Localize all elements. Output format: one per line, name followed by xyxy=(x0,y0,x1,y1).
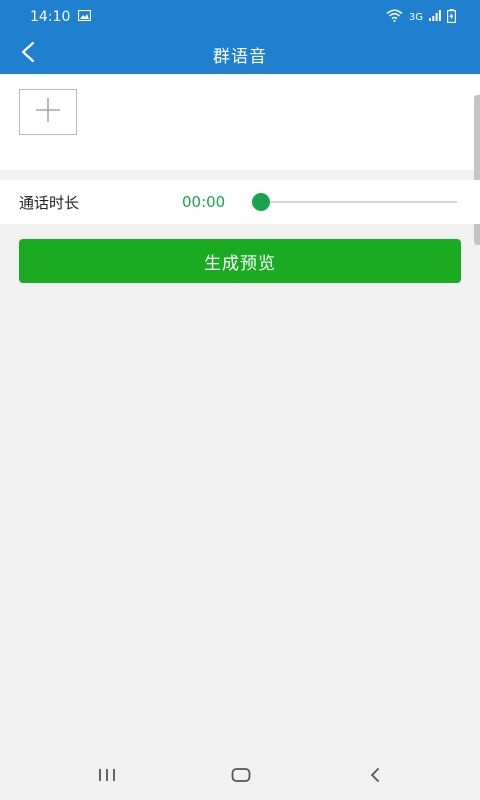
home-icon xyxy=(231,767,251,787)
slider-track xyxy=(252,201,457,203)
recents-icon xyxy=(97,767,117,787)
slider-thumb[interactable] xyxy=(252,193,270,211)
system-nav-bar xyxy=(0,754,480,800)
plus-icon xyxy=(34,96,62,128)
status-time: 14:10 xyxy=(30,9,71,25)
duration-row: 通话时长 00:00 xyxy=(0,180,480,224)
app-bar: 群语音 xyxy=(0,34,480,74)
generate-preview-button[interactable]: 生成预览 xyxy=(19,239,461,283)
signal-icon xyxy=(429,10,441,24)
gallery-icon xyxy=(78,9,92,25)
chevron-left-icon xyxy=(20,41,36,67)
nav-recents-button[interactable] xyxy=(87,762,127,792)
back-triangle-icon xyxy=(368,767,382,787)
wifi-icon xyxy=(386,9,403,25)
battery-charging-icon xyxy=(447,8,457,26)
duration-label: 通话时长 xyxy=(19,193,80,212)
duration-value: 00:00 xyxy=(182,193,226,211)
status-bar: 14:10 3G xyxy=(0,0,480,34)
back-button[interactable] xyxy=(12,38,44,70)
page-title: 群语音 xyxy=(213,46,267,67)
network-type-label: 3G xyxy=(408,11,423,23)
status-left: 14:10 xyxy=(30,9,92,25)
nav-back-button[interactable] xyxy=(355,762,395,792)
status-right: 3G xyxy=(386,8,457,26)
upload-panel xyxy=(0,74,480,170)
add-avatar-button[interactable] xyxy=(19,89,77,135)
nav-home-button[interactable] xyxy=(221,762,261,792)
duration-slider[interactable] xyxy=(252,192,457,212)
